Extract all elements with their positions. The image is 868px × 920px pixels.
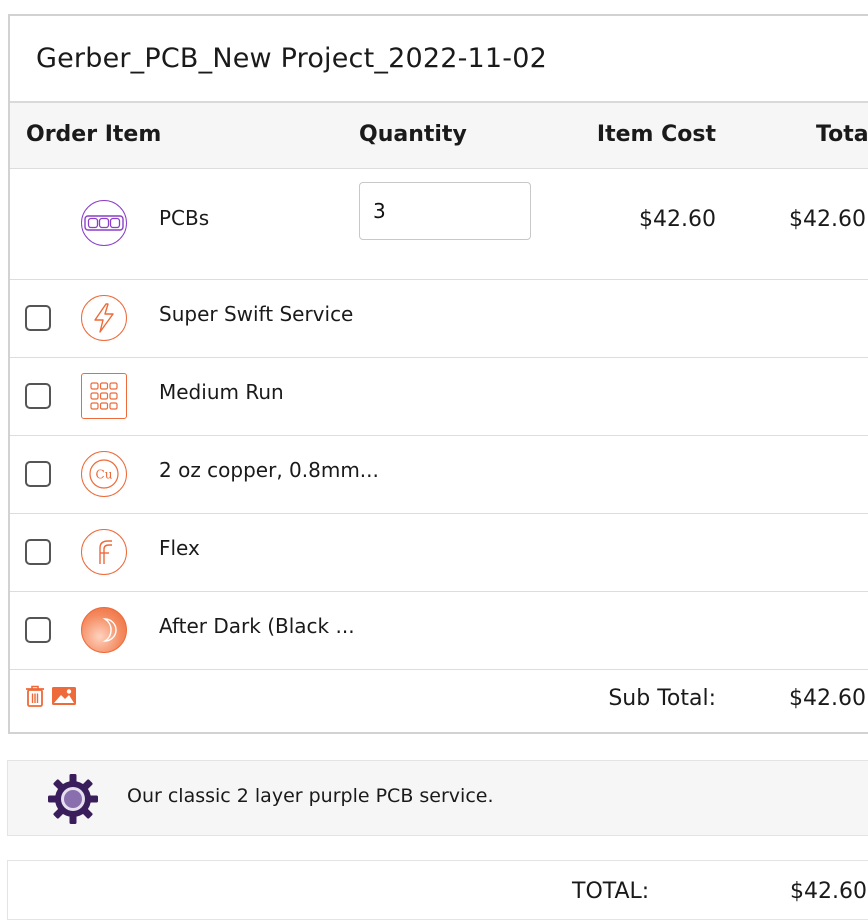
svg-text:Cu: Cu bbox=[96, 468, 113, 482]
quantity-input[interactable] bbox=[359, 182, 531, 240]
subtotal-label: Sub Total: bbox=[608, 686, 716, 711]
service-description-text: Our classic 2 layer purple PCB service. bbox=[127, 785, 494, 807]
after-dark-label: After Dark (Black ... bbox=[159, 614, 355, 638]
flex-icon bbox=[81, 529, 127, 575]
subtotal-value: $42.60 bbox=[789, 686, 866, 711]
header-order-item: Order Item bbox=[26, 122, 162, 147]
lightning-icon bbox=[81, 295, 127, 341]
super-swift-checkbox[interactable] bbox=[25, 305, 51, 331]
super-swift-label: Super Swift Service bbox=[159, 302, 354, 326]
image-icon[interactable] bbox=[51, 686, 77, 710]
subtotal-row: Sub Total: $42.60 bbox=[10, 670, 868, 734]
header-item-cost: Item Cost bbox=[596, 122, 716, 147]
pcb-item-row: PCBs $42.60 $42.60 bbox=[10, 169, 868, 280]
header-quantity: Quantity bbox=[359, 122, 467, 147]
moon-icon bbox=[81, 607, 127, 653]
project-title: Gerber_PCB_New Project_2022-11-02 bbox=[36, 43, 548, 74]
pcb-board-icon bbox=[81, 200, 127, 246]
header-total: Total bbox=[816, 122, 868, 147]
medium-run-checkbox[interactable] bbox=[25, 383, 51, 409]
grand-total-label: TOTAL: bbox=[572, 879, 650, 904]
table-header: Order Item Quantity Item Cost Total bbox=[10, 103, 868, 169]
purple-gear-icon bbox=[47, 773, 99, 829]
copper-label: 2 oz copper, 0.8mm... bbox=[159, 458, 379, 482]
footer-actions bbox=[25, 685, 77, 711]
option-row-medium-run: Medium Run bbox=[10, 358, 868, 436]
pcb-item-label: PCBs bbox=[159, 206, 210, 230]
after-dark-checkbox[interactable] bbox=[25, 617, 51, 643]
grand-total-value: $42.60 bbox=[790, 879, 867, 904]
copper-checkbox[interactable] bbox=[25, 461, 51, 487]
option-row-copper: Cu 2 oz copper, 0.8mm... bbox=[10, 436, 868, 514]
item-total-value: $42.60 bbox=[789, 207, 866, 232]
grand-total-box: TOTAL: $42.60 bbox=[7, 860, 868, 920]
option-row-super-swift: Super Swift Service bbox=[10, 280, 868, 358]
trash-icon[interactable] bbox=[25, 685, 45, 711]
project-title-bar: Gerber_PCB_New Project_2022-11-02 bbox=[10, 16, 868, 103]
option-row-after-dark: After Dark (Black ... bbox=[10, 592, 868, 670]
option-row-flex: Flex bbox=[10, 514, 868, 592]
item-cost-value: $42.60 bbox=[639, 207, 716, 232]
panel-grid-icon bbox=[81, 373, 127, 419]
medium-run-label: Medium Run bbox=[159, 380, 284, 404]
flex-label: Flex bbox=[159, 536, 200, 560]
copper-cu-icon: Cu bbox=[81, 451, 127, 497]
flex-checkbox[interactable] bbox=[25, 539, 51, 565]
order-panel: Gerber_PCB_New Project_2022-11-02 Order … bbox=[8, 14, 868, 734]
service-description: Our classic 2 layer purple PCB service. bbox=[7, 760, 868, 836]
